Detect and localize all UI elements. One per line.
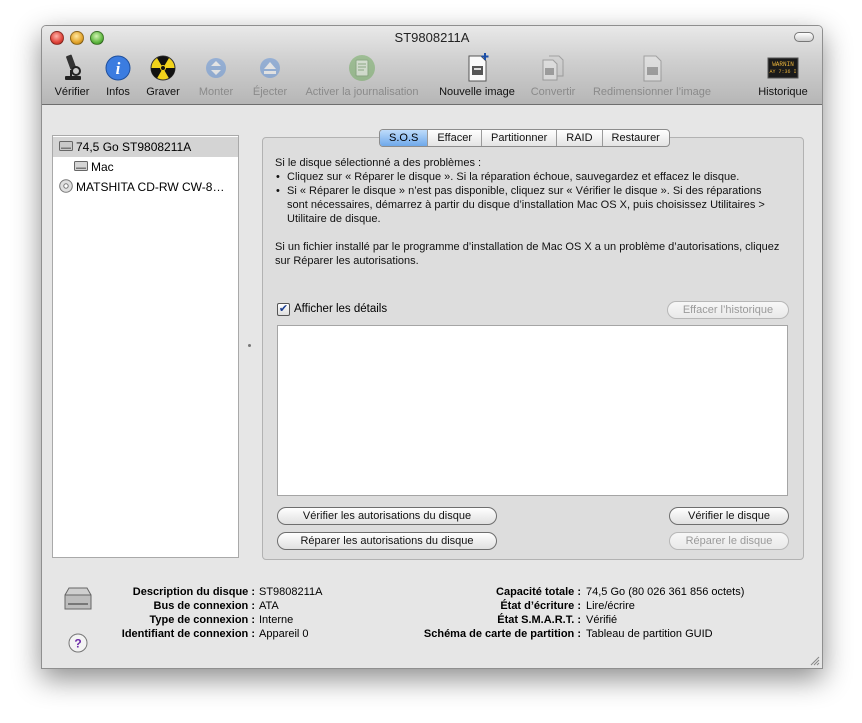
journal-icon: [349, 55, 375, 81]
tab-first-aid[interactable]: S.O.S: [380, 130, 429, 146]
instruction-item: Si « Réparer le disque » n’est pas dispo…: [276, 184, 785, 226]
volume-icon: [74, 161, 88, 171]
disk-list[interactable]: 74,5 Go ST9808211A Mac MATSHITA CD-RW CW…: [52, 135, 239, 558]
disk-list-item[interactable]: Mac: [53, 157, 238, 177]
write-status-label: État d’écriture :: [500, 600, 581, 612]
burn-toolbar-button[interactable]: Graver: [143, 52, 183, 100]
instruction-item: Cliquez sur « Réparer le disque ». Si la…: [276, 170, 785, 184]
tab-partition[interactable]: Partitionner: [482, 130, 558, 146]
tab-bar: S.O.S Effacer Partitionner RAID Restaure…: [379, 129, 670, 147]
toolbar-toggle-button[interactable]: [794, 32, 814, 42]
convert-toolbar-button[interactable]: Convertir: [528, 52, 578, 100]
partition-scheme-value: Tableau de partition GUID: [586, 628, 713, 640]
smart-status-value: Vérifié: [586, 614, 618, 626]
show-details-label: Afficher les détails: [294, 303, 388, 315]
disk-list-item[interactable]: MATSHITA CD-RW CW-8…: [53, 177, 238, 197]
verify-toolbar-button[interactable]: Vérifier: [51, 52, 93, 100]
new-image-icon: [468, 53, 489, 82]
capacity-value: 74,5 Go (80 026 361 856 octets): [586, 586, 745, 598]
clear-history-button[interactable]: Effacer l’historique: [667, 301, 789, 319]
capacity-label: Capacité totale :: [496, 586, 581, 598]
bus-value: ATA: [259, 600, 279, 612]
tab-raid[interactable]: RAID: [557, 130, 603, 146]
connection-id-value: Appareil 0: [259, 628, 309, 640]
disk-utility-window: ST9808211A Vérifier i Infos Graver Monte…: [41, 25, 823, 669]
info-icon: i: [105, 55, 131, 81]
enable-journaling-toolbar-button[interactable]: Activer la journalisation: [298, 52, 426, 100]
log-toolbar-button[interactable]: WARNIN AY 7:36 I Historique: [754, 52, 812, 100]
connection-id-label: Identifiant de connexion :: [121, 628, 255, 640]
description-value: ST9808211A: [259, 586, 323, 598]
new-image-toolbar-button[interactable]: Nouvelle image: [435, 52, 519, 100]
connection-type-value: Interne: [259, 614, 294, 626]
resize-image-icon: [643, 55, 662, 82]
tab-erase[interactable]: Effacer: [428, 130, 482, 146]
description-label: Description du disque :: [132, 586, 255, 598]
write-status-value: Lire/écrire: [586, 600, 635, 612]
first-aid-instructions: Si le disque sélectionné a des problèmes…: [275, 156, 785, 268]
optical-drive-icon: [59, 179, 73, 193]
partition-scheme-label: Schéma de carte de partition :: [423, 628, 581, 640]
smart-status-label: État S.M.A.R.T. :: [497, 614, 581, 626]
hard-disk-icon: [64, 587, 92, 610]
hard-disk-icon: [59, 141, 73, 151]
svg-text:WARNIN: WARNIN: [772, 61, 794, 68]
convert-icon: [542, 55, 564, 81]
permissions-note: Si un fichier installé par le programme …: [275, 241, 780, 267]
repair-disk-button[interactable]: Réparer le disque: [669, 532, 789, 550]
show-details-checkbox[interactable]: ✔: [277, 303, 290, 316]
repair-permissions-button[interactable]: Réparer les autorisations du disque: [277, 532, 497, 550]
toolbar: ST9808211A Vérifier i Infos Graver Monte…: [42, 26, 822, 105]
window-title: ST9808211A: [394, 30, 470, 45]
bus-label: Bus de connexion :: [153, 600, 255, 612]
resize-image-toolbar-button[interactable]: Redimensionner l’image: [587, 52, 717, 100]
splitter-handle[interactable]: [248, 344, 251, 347]
eject-icon: [260, 58, 280, 78]
info-toolbar-button[interactable]: i Infos: [102, 52, 134, 100]
verify-permissions-button[interactable]: Vérifier les autorisations du disque: [277, 507, 497, 525]
disk-list-item[interactable]: 74,5 Go ST9808211A: [53, 137, 238, 157]
svg-text:AY 7:36 I: AY 7:36 I: [769, 69, 796, 75]
resize-grip-icon[interactable]: [810, 656, 820, 666]
microscope-icon: [65, 54, 81, 80]
mount-toolbar-button[interactable]: Monter: [194, 52, 238, 100]
svg-text:?: ?: [74, 637, 81, 651]
radiation-icon: [150, 55, 176, 81]
details-log-area[interactable]: [277, 325, 788, 496]
console-log-icon: WARNIN AY 7:36 I: [767, 57, 799, 79]
eject-toolbar-button[interactable]: Éjecter: [249, 52, 291, 100]
tab-restore[interactable]: Restaurer: [603, 130, 669, 146]
help-icon[interactable]: ?: [68, 633, 88, 653]
mount-icon: [206, 58, 226, 78]
connection-type-label: Type de connexion :: [149, 614, 255, 626]
verify-disk-button[interactable]: Vérifier le disque: [669, 507, 789, 525]
svg-text:i: i: [116, 59, 121, 78]
